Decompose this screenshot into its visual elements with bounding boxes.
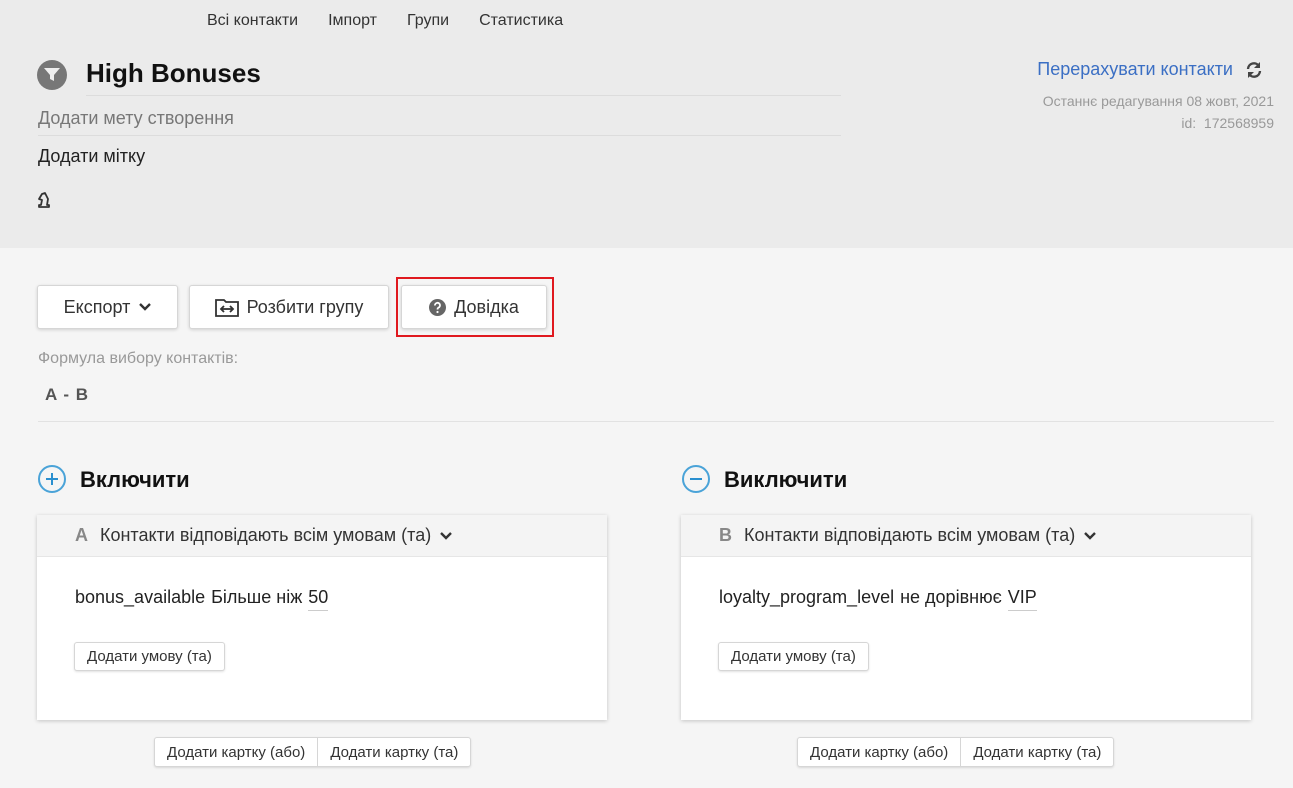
last-edited: Останнє редагування 08 жовт, 2021 — [1042, 93, 1274, 109]
condition-row[interactable]: bonus_available Більше ніж 50 — [75, 587, 329, 611]
nav-import[interactable]: Імпорт — [328, 12, 377, 30]
card-letter: A — [75, 525, 88, 545]
include-card-a: A Контакти відповідають всім умовам (та)… — [37, 515, 607, 720]
add-card-and-button[interactable]: Додати картку (та) — [960, 738, 1113, 766]
condition-value[interactable]: 50 — [308, 587, 329, 611]
refresh-icon[interactable] — [1244, 60, 1264, 85]
top-nav: Всі контакти Імпорт Групи Статистика — [207, 12, 563, 30]
exclude-card-b: B Контакти відповідають всім умовам (та)… — [681, 515, 1251, 720]
folder-split-icon — [214, 297, 239, 317]
nav-groups[interactable]: Групи — [407, 12, 449, 30]
group-title[interactable]: High Bonuses — [86, 58, 261, 89]
add-tag-link[interactable]: Додати мітку — [38, 146, 145, 167]
plus-circle-icon — [38, 465, 66, 493]
chevron-down-icon — [139, 303, 152, 311]
condition-field[interactable]: loyalty_program_level — [719, 587, 894, 611]
condition-operator[interactable]: не дорівнює — [900, 587, 1002, 611]
exclude-add-card-group: Додати картку (або) Додати картку (та) — [797, 737, 1115, 767]
condition-value[interactable]: VIP — [1007, 587, 1037, 611]
chess-knight-icon[interactable] — [36, 191, 52, 214]
group-id: id: 172568959 — [1181, 115, 1274, 131]
add-condition-button[interactable]: Додати умову (та) — [718, 642, 869, 671]
formula-value: A - B — [45, 385, 90, 404]
exclude-title: Виключити — [724, 467, 848, 492]
filter-icon — [37, 60, 67, 90]
export-button[interactable]: Експорт — [37, 285, 178, 329]
match-mode-select[interactable]: Контакти відповідають всім умовам (та) — [100, 525, 431, 546]
condition-field[interactable]: bonus_available — [75, 587, 205, 611]
export-label: Експорт — [63, 296, 131, 317]
divider — [38, 135, 841, 136]
split-group-label: Розбити групу — [246, 296, 364, 317]
group-header: Всі контакти Імпорт Групи Статистика Hig… — [0, 0, 1293, 248]
goal-field[interactable]: Додати мету створення — [38, 108, 234, 129]
formula-label: Формула вибору контактів: — [38, 350, 239, 367]
condition-operator[interactable]: Більше ніж — [211, 587, 302, 611]
chevron-down-icon[interactable] — [1084, 531, 1097, 540]
nav-statistics[interactable]: Статистика — [479, 12, 563, 30]
card-header[interactable]: B Контакти відповідають всім умовам (та) — [681, 515, 1251, 557]
split-group-button[interactable]: Розбити групу — [189, 285, 389, 329]
minus-circle-icon — [682, 465, 710, 493]
include-add-card-group: Додати картку (або) Додати картку (та) — [154, 737, 472, 767]
include-title: Включити — [80, 467, 190, 492]
add-card-and-button[interactable]: Додати картку (та) — [317, 738, 470, 766]
nav-all-contacts[interactable]: Всі контакти — [207, 12, 298, 30]
divider — [86, 95, 841, 96]
add-condition-button[interactable]: Додати умову (та) — [74, 642, 225, 671]
group-id-label: id: — [1181, 115, 1197, 131]
condition-row[interactable]: loyalty_program_level не дорівнює VIP — [719, 587, 1037, 611]
add-card-or-button[interactable]: Додати картку (або) — [155, 738, 317, 766]
group-id-value: 172568959 — [1203, 115, 1274, 131]
chevron-down-icon[interactable] — [440, 531, 453, 540]
add-card-or-button[interactable]: Додати картку (або) — [798, 738, 960, 766]
help-highlight-frame — [396, 277, 554, 337]
recount-contacts-link[interactable]: Перерахувати контакти — [1037, 59, 1233, 80]
card-header[interactable]: A Контакти відповідають всім умовам (та) — [37, 515, 607, 557]
match-mode-select[interactable]: Контакти відповідають всім умовам (та) — [744, 525, 1075, 546]
card-letter: B — [719, 525, 732, 545]
divider — [38, 421, 1274, 422]
